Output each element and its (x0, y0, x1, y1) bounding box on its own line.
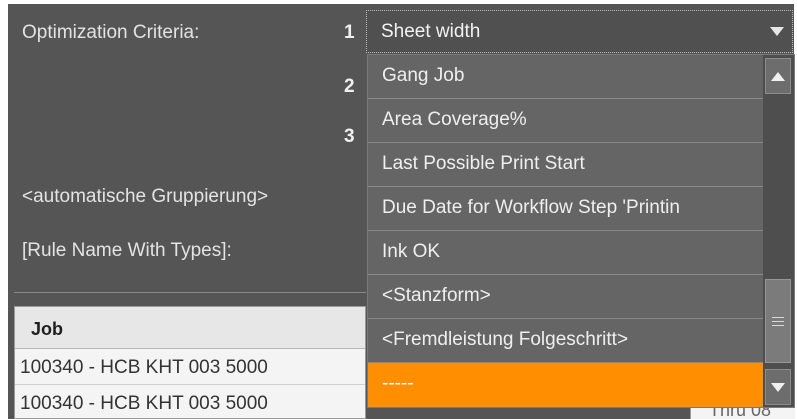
dropdown-option-area-coverage[interactable]: Area Coverage% (368, 99, 763, 143)
dropdown-option-stanzform[interactable]: <Stanzform> (368, 275, 763, 319)
optimization-criteria-combo[interactable]: Sheet width (366, 10, 793, 53)
rule-name-label: [Rule Name With Types]: (22, 240, 232, 261)
table-row[interactable]: 100340 - HCB KHT 003 5000 (15, 349, 365, 385)
scroll-down-button[interactable] (765, 369, 791, 405)
dropdown-option-gang-job[interactable]: Gang Job (368, 55, 763, 99)
dropdown-option-label: Last Possible Print Start (382, 153, 585, 174)
grip-icon (772, 314, 784, 329)
dropdown-option-label: Area Coverage% (382, 109, 527, 130)
dropdown-option-label: <Fremdleistung Folgeschritt> (382, 329, 629, 350)
criteria-number-1: 1 (344, 22, 355, 43)
chevron-up-icon (771, 71, 785, 81)
dropdown-option-label: Ink OK (382, 241, 441, 262)
dropdown-option-label: ----- (382, 373, 414, 394)
optimization-criteria-label: Optimization Criteria: (22, 22, 200, 43)
job-table: Job 100340 - HCB KHT 003 5000 100340 - H… (14, 306, 366, 419)
table-header: Job (15, 307, 365, 349)
job-cell: 100340 - HCB KHT 003 5000 (20, 357, 268, 378)
window: Optimization Criteria: 1 2 3 <automatisc… (0, 0, 797, 419)
scroll-up-button[interactable] (765, 58, 791, 94)
dropdown-option-label: <Stanzform> (382, 285, 491, 306)
dropdown-option-due-date[interactable]: Due Date for Workflow Step 'Printin (368, 187, 763, 231)
table-row[interactable]: 100340 - HCB KHT 003 5000 (15, 385, 365, 418)
job-column-header[interactable]: Job (31, 319, 63, 340)
dropdown-option-ink-ok[interactable]: Ink OK (368, 231, 763, 275)
dropdown-option-none[interactable]: ----- (368, 363, 763, 407)
chevron-down-icon[interactable] (763, 12, 791, 51)
auto-grouping-label: <automatische Gruppierung> (22, 186, 269, 207)
criteria-dropdown-list: Gang Job Area Coverage% Last Possible Pr… (367, 54, 795, 408)
combo-selected-value: Sheet width (381, 21, 481, 42)
dropdown-scrollbar[interactable] (763, 55, 794, 407)
dropdown-option-label: Due Date for Workflow Step 'Printin (382, 197, 680, 218)
dropdown-option-last-print-start[interactable]: Last Possible Print Start (368, 143, 763, 187)
dropdown-option-fremdleistung[interactable]: <Fremdleistung Folgeschritt> (368, 319, 763, 363)
scroll-thumb[interactable] (765, 279, 791, 363)
chevron-down-icon (771, 382, 785, 392)
criteria-number-2: 2 (344, 76, 355, 97)
criteria-number-3: 3 (344, 126, 355, 147)
section-divider (14, 292, 366, 293)
dropdown-option-label: Gang Job (382, 65, 465, 86)
job-cell: 100340 - HCB KHT 003 5000 (20, 393, 268, 414)
